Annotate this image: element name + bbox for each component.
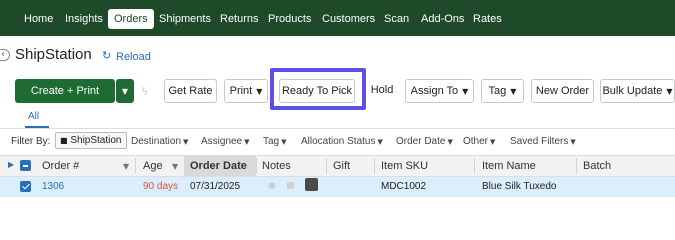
chevron-down-icon: ▼: [510, 87, 517, 96]
chevron-down-icon: ▼: [121, 87, 129, 96]
chevron-down-icon: ▼: [490, 138, 496, 146]
filter-by-label: Filter By:: [11, 136, 51, 147]
column-header-batch[interactable]: Batch: [583, 160, 611, 172]
order-date: 07/31/2025: [190, 181, 241, 192]
filter-allocation-status-text: Allocation Status: [301, 136, 376, 147]
filter-destination[interactable]: Destination ▼: [131, 136, 188, 147]
column-separator: [326, 158, 327, 174]
order-age: 90 days: [143, 181, 179, 192]
chevron-right-icon[interactable]: ▶: [8, 160, 14, 169]
table-row[interactable]: [0, 177, 675, 197]
ready-to-pick-highlight: [270, 68, 366, 110]
page-title: ShipStation: [15, 46, 92, 63]
column-header-gift[interactable]: Gift: [333, 160, 350, 172]
filter-other[interactable]: Other ▼: [463, 136, 495, 147]
print-button[interactable]: Print ▼: [224, 79, 268, 103]
column-menu-icon[interactable]: ▼: [123, 162, 129, 171]
new-order-button[interactable]: New Order: [531, 79, 594, 103]
chevron-down-icon: ▼: [447, 138, 453, 146]
chevron-down-icon: ▼: [256, 87, 263, 96]
tag-button[interactable]: Tag ▼: [481, 79, 524, 103]
create-label-dropdown-button[interactable]: ▼: [116, 79, 134, 103]
filter-assignee-text: Assignee: [201, 136, 243, 147]
new-order-text: New Order: [535, 85, 590, 97]
bulk-update-text: Bulk Update: [602, 85, 663, 97]
reload-button[interactable]: Reload: [116, 51, 151, 63]
chevron-left-icon: ‹: [1, 49, 5, 60]
tab-all[interactable]: All: [28, 111, 39, 122]
filter-assignee[interactable]: Assignee ▼: [201, 136, 250, 147]
nav-rates[interactable]: Rates: [473, 9, 502, 29]
nav-orders[interactable]: Orders: [108, 9, 154, 29]
column-header-order[interactable]: Order #: [42, 160, 79, 172]
column-header-age[interactable]: Age: [143, 160, 163, 172]
order-number-link[interactable]: 1306: [42, 181, 64, 192]
chevron-down-icon: ▼: [244, 138, 250, 146]
filter-saved-filters-text: Saved Filters: [510, 136, 569, 147]
store-filter-text: ShipStation: [70, 135, 122, 146]
filter-destination-text: Destination: [131, 136, 182, 147]
filter-other-text: Other: [463, 136, 489, 147]
sidebar-collapse-toggle[interactable]: ‹: [0, 49, 10, 61]
column-header-item-sku[interactable]: Item SKU: [381, 160, 428, 172]
filter-order-date-text: Order Date: [396, 136, 446, 147]
assign-to-button[interactable]: Assign To ▼: [405, 79, 474, 103]
chevron-down-icon: ▼: [281, 138, 287, 146]
message-icon[interactable]: ■: [286, 181, 295, 191]
column-header-item-name[interactable]: Item Name: [482, 160, 536, 172]
chevron-down-icon: ▼: [666, 87, 673, 96]
print-text: Print: [229, 85, 253, 97]
lock-icon: ■: [60, 136, 68, 145]
filter-allocation-status[interactable]: Allocation Status ▼: [301, 136, 383, 147]
nav-customers[interactable]: Customers: [322, 9, 375, 29]
nav-insights[interactable]: Insights: [65, 9, 103, 29]
hold-text: Hold: [370, 84, 394, 96]
column-separator: [576, 158, 577, 174]
bolt-icon: ϟ: [141, 85, 149, 98]
get-rate-text: Get Rate: [168, 85, 213, 97]
customer-notes-icon[interactable]: ●: [268, 181, 276, 191]
column-header-notes[interactable]: Notes: [262, 160, 291, 172]
nav-home[interactable]: Home: [24, 9, 53, 29]
chevron-down-icon: ▼: [377, 138, 383, 146]
nav-products[interactable]: Products: [268, 9, 311, 29]
filter-tag-text: Tag: [263, 136, 280, 147]
nav-add-ons[interactable]: Add-Ons: [421, 9, 464, 29]
hold-button[interactable]: Hold: [367, 79, 397, 103]
create-print-label-button[interactable]: Create + Print Label: [15, 79, 115, 119]
chevron-down-icon: ▼: [570, 138, 576, 146]
store-filter-chip[interactable]: ■ ShipStation: [55, 132, 127, 149]
chevron-down-icon: ▼: [183, 138, 189, 146]
column-separator: [256, 158, 257, 174]
column-header-order-date[interactable]: Order Date: [190, 160, 247, 172]
reload-icon[interactable]: ↻: [102, 49, 111, 62]
bulk-update-button[interactable]: Bulk Update ▼: [600, 79, 675, 103]
column-separator: [374, 158, 375, 174]
select-all-checkbox[interactable]: [20, 160, 31, 171]
assign-to-text: Assign To: [410, 85, 459, 97]
nav-returns[interactable]: Returns: [220, 9, 259, 29]
filter-tag[interactable]: Tag ▼: [263, 136, 287, 147]
nav-shipments[interactable]: Shipments: [159, 9, 211, 29]
column-menu-icon[interactable]: ▼: [172, 162, 178, 171]
divider: [0, 128, 675, 129]
chevron-down-icon: ▼: [462, 87, 469, 96]
top-navigation: Home Insights Orders Shipments Returns P…: [0, 0, 675, 36]
filter-order-date[interactable]: Order Date ▼: [396, 136, 453, 147]
internal-notes-icon[interactable]: [305, 178, 318, 191]
tag-text: Tag: [488, 85, 507, 97]
column-separator: [474, 158, 475, 174]
item-sku: MDC1002: [381, 181, 427, 192]
item-name: Blue Silk Tuxedo: [482, 181, 557, 192]
get-rate-button[interactable]: Get Rate: [164, 79, 217, 103]
nav-scan[interactable]: Scan: [384, 9, 409, 29]
column-separator: [135, 158, 136, 174]
filter-saved-filters[interactable]: Saved Filters ▼: [510, 136, 576, 147]
row-checkbox[interactable]: [20, 181, 31, 192]
create-print-label-text: Create + Print Label: [30, 85, 100, 119]
